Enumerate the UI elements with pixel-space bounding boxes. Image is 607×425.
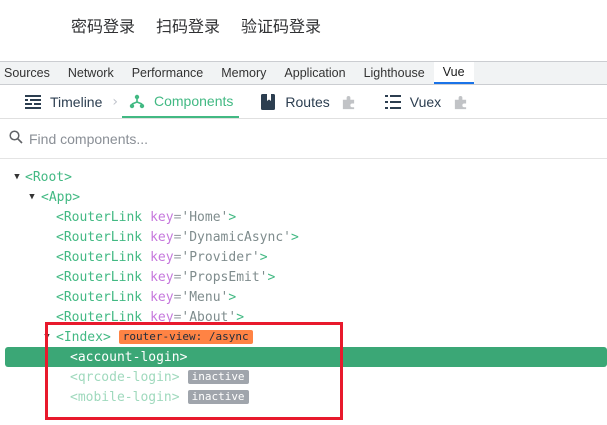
key-attr-value: 'About' <box>181 309 237 325</box>
tab-components[interactable]: Components <box>122 86 240 118</box>
tag-close: > <box>236 309 245 325</box>
routes-icon <box>259 93 277 111</box>
tree-node-label: <account-login> <box>70 349 188 365</box>
tree-node-index[interactable]: ▼ <Index> router-view: /async <box>0 327 607 347</box>
tree-node-routerlink[interactable]: <RouterLink key = 'DynamicAsync' > <box>0 227 607 247</box>
puzzle-icon <box>340 93 358 111</box>
tree-node-routerlink[interactable]: <RouterLink key = 'About' > <box>0 307 607 327</box>
tree-node-label: <App> <box>41 189 81 205</box>
devtools-tab-performance[interactable]: Performance <box>123 62 213 84</box>
tab-vuex-label: Vuex <box>409 94 442 110</box>
login-tab-bar: 密码登录 扫码登录 验证码登录 <box>71 13 321 37</box>
key-attr-value: 'Menu' <box>181 289 229 305</box>
tree-node-label: <RouterLink <box>56 249 143 265</box>
tab-timeline[interactable]: Timeline <box>0 86 108 118</box>
devtools-tab-vue[interactable]: Vue <box>433 62 474 84</box>
key-attr-name: key <box>150 229 174 245</box>
tag-close: > <box>290 229 299 245</box>
search-icon <box>9 129 23 148</box>
key-attr-name: key <box>150 289 174 305</box>
tree-node-label: <RouterLink <box>56 289 143 305</box>
tree-node-label: <qrcode-login> <box>70 369 180 385</box>
vuex-icon <box>384 93 402 111</box>
devtools-tab-lighthouse[interactable]: Lighthouse <box>355 62 434 84</box>
tree-node-routerlink[interactable]: <RouterLink key = 'Menu' > <box>0 287 607 307</box>
inactive-badge: inactive <box>187 390 249 404</box>
attr-equals: = <box>173 309 182 325</box>
caret-down-icon[interactable]: ▼ <box>27 192 37 202</box>
tab-routes[interactable]: Routes <box>253 86 363 118</box>
key-attr-name: key <box>150 309 174 325</box>
tree-node-app[interactable]: ▼ <App> <box>0 187 607 207</box>
tree-node-label: <Index> <box>56 329 111 345</box>
search-input[interactable] <box>29 130 569 147</box>
attr-equals: = <box>173 269 182 285</box>
component-search-bar <box>0 119 607 159</box>
attr-equals: = <box>173 209 182 225</box>
caret-down-icon[interactable]: ▼ <box>42 332 52 342</box>
tree-node-routerlink[interactable]: <RouterLink key = 'Home' > <box>0 207 607 227</box>
component-tree: ▼ <Root> ▼ <App> <RouterLink key = 'Home' > … <box>0 167 607 407</box>
tag-close: > <box>259 249 268 265</box>
code-login-tab[interactable]: 验证码登录 <box>241 13 321 37</box>
tree-node-routerlink[interactable]: <RouterLink key = 'Provider' > <box>0 247 607 267</box>
tab-routes-label: Routes <box>285 94 330 110</box>
tab-vuex[interactable]: Vuex <box>378 86 475 118</box>
tree-node-label: <RouterLink <box>56 309 143 325</box>
tab-components-label: Components <box>154 93 234 109</box>
attr-equals: = <box>173 249 182 265</box>
key-attr-value: 'Home' <box>181 209 229 225</box>
router-view-badge: router-view: /async <box>118 330 253 344</box>
tree-node-label: <RouterLink <box>56 209 143 225</box>
chevron-right-icon: › <box>112 94 118 110</box>
key-attr-value: 'PropsEmit' <box>181 269 268 285</box>
caret-down-icon[interactable]: ▼ <box>12 172 22 182</box>
devtools-tab-application[interactable]: Application <box>275 62 354 84</box>
key-attr-value: 'DynamicAsync' <box>181 229 291 245</box>
tree-node-mobile-login[interactable]: <mobile-login> inactive <box>0 387 607 407</box>
tree-node-label: <RouterLink <box>56 269 143 285</box>
tab-timeline-label: Timeline <box>50 94 103 110</box>
devtools-tab-network[interactable]: Network <box>59 62 123 84</box>
tag-close: > <box>267 269 276 285</box>
tag-close: > <box>228 289 237 305</box>
key-attr-value: 'Provider' <box>181 249 260 265</box>
tree-node-account-login[interactable]: <account-login> <box>5 347 607 367</box>
qrcode-login-tab[interactable]: 扫码登录 <box>156 13 220 37</box>
attr-equals: = <box>173 289 182 305</box>
devtools-tab-memory[interactable]: Memory <box>212 62 275 84</box>
tree-node-label: <mobile-login> <box>70 389 180 405</box>
tree-node-label: <Root> <box>25 169 72 185</box>
inactive-badge: inactive <box>187 370 249 384</box>
key-attr-name: key <box>150 209 174 225</box>
key-attr-name: key <box>150 269 174 285</box>
key-attr-name: key <box>150 249 174 265</box>
tag-close: > <box>228 209 237 225</box>
attr-equals: = <box>173 229 182 245</box>
tree-node-root[interactable]: ▼ <Root> <box>0 167 607 187</box>
password-login-tab[interactable]: 密码登录 <box>71 13 135 37</box>
devtools-tab-sources[interactable]: Sources <box>0 62 59 84</box>
timeline-icon <box>24 93 42 111</box>
components-icon <box>128 92 146 110</box>
tree-node-routerlink[interactable]: <RouterLink key = 'PropsEmit' > <box>0 267 607 287</box>
puzzle-icon <box>451 93 469 111</box>
devtools-tab-strip: Sources Network Performance Memory Appli… <box>0 61 607 85</box>
tree-node-label: <RouterLink <box>56 229 143 245</box>
tree-node-qrcode-login[interactable]: <qrcode-login> inactive <box>0 367 607 387</box>
vue-devtools-tabs: Timeline › Components Routes Vuex <box>0 86 607 119</box>
